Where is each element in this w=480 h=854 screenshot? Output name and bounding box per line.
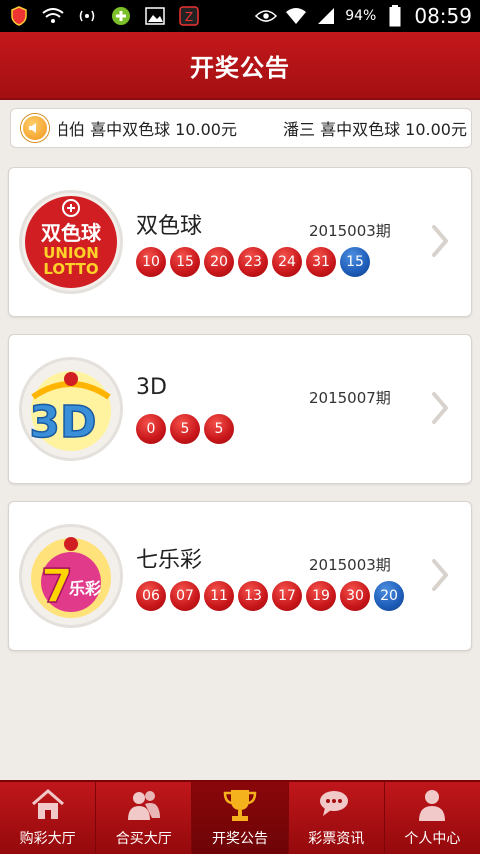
clock: 08:59 <box>414 4 472 28</box>
signal-icon <box>76 6 98 26</box>
app-icon: Z <box>178 6 200 26</box>
ticker-item: 潘三 喜中双色球 10.00元 <box>282 120 467 139</box>
status-bar: Z 94% 08:59 <box>0 0 480 32</box>
draw-balls: 06 07 11 13 17 19 30 20 <box>136 581 404 611</box>
union-lotto-logo: 双色球 UNION LOTTO <box>19 190 123 294</box>
ticker-item: 伯伯 喜中双色球 10.00元 <box>59 120 237 139</box>
tab-label: 购彩大厅 <box>19 831 76 847</box>
bottom-tab-bar: 购彩大厅 合买大厅 开奖公告 彩票资讯 个人中心 <box>0 780 480 854</box>
plus-icon <box>110 6 132 26</box>
tab-group-buy[interactable]: 合买大厅 <box>96 782 193 854</box>
eye-icon <box>255 6 278 26</box>
wifi-icon <box>42 6 64 26</box>
tab-personal-center[interactable]: 个人中心 <box>385 782 480 854</box>
issue-number: 2015003期 <box>309 556 391 574</box>
chevron-right-icon <box>432 392 448 424</box>
svg-text:Z: Z <box>185 10 193 24</box>
red-ball: 06 <box>136 581 166 611</box>
signal-icon <box>315 6 337 26</box>
tab-label: 个人中心 <box>404 831 461 847</box>
lottery-card-qilecai[interactable]: 7 乐彩 七乐彩 2015003期 06 07 11 13 17 19 30 2… <box>8 501 472 651</box>
3d-logo: 3D <box>19 357 123 461</box>
red-ball: 24 <box>272 247 302 277</box>
tab-draw-results[interactable]: 开奖公告 <box>192 782 289 854</box>
logo-text: 双色球 <box>41 221 102 245</box>
shield-icon <box>8 6 30 26</box>
red-ball: 5 <box>170 414 200 444</box>
red-ball: 15 <box>170 247 200 277</box>
page-title: 开奖公告 <box>190 53 290 82</box>
lottery-card-shuangseqiu[interactable]: 双色球 UNION LOTTO 双色球 2015003期 10 15 20 23… <box>8 167 472 317</box>
red-ball: 13 <box>238 581 268 611</box>
tab-label: 开奖公告 <box>212 831 268 847</box>
tab-label: 彩票资讯 <box>308 831 365 847</box>
red-ball: 5 <box>204 414 234 444</box>
red-ball: 0 <box>136 414 166 444</box>
lottery-card-3d[interactable]: 3D 3D 2015007期 0 5 5 <box>8 334 472 484</box>
battery-percentage: 94% <box>345 8 377 24</box>
logo-text: 乐彩 <box>69 579 101 598</box>
issue-number: 2015003期 <box>309 222 391 240</box>
lottery-name: 双色球 <box>136 214 203 239</box>
speaker-icon <box>21 114 49 142</box>
qilecai-logo: 7 乐彩 <box>19 524 123 628</box>
winner-ticker: 伯伯 喜中双色球 10.00元 潘三 喜中双色球 10.00元 <box>10 108 472 148</box>
house-icon <box>31 789 64 819</box>
battery-icon <box>384 5 406 27</box>
blue-ball: 15 <box>340 247 370 277</box>
red-ball: 23 <box>238 247 268 277</box>
logo-text: 3D <box>29 397 96 448</box>
image-icon <box>144 6 166 26</box>
red-ball: 31 <box>306 247 336 277</box>
red-ball: 17 <box>272 581 302 611</box>
red-ball: 30 <box>340 581 370 611</box>
chevron-right-icon <box>432 559 448 591</box>
lottery-name: 3D <box>136 375 167 400</box>
draw-balls: 10 15 20 23 24 31 15 <box>136 247 370 277</box>
lottery-name: 七乐彩 <box>136 548 203 573</box>
blue-ball: 20 <box>374 581 404 611</box>
red-ball: 20 <box>204 247 234 277</box>
red-ball: 10 <box>136 247 166 277</box>
wifi-icon <box>285 6 307 26</box>
people-icon <box>127 791 160 820</box>
tab-label: 合买大厅 <box>115 831 172 847</box>
app-header: 开奖公告 <box>0 32 480 100</box>
tab-lottery-news[interactable]: 彩票资讯 <box>289 782 385 854</box>
tab-purchase-hall[interactable]: 购彩大厅 <box>0 782 97 854</box>
ticker-text: 伯伯 喜中双色球 10.00元 潘三 喜中双色球 10.00元 <box>59 116 471 140</box>
trophy-icon <box>223 790 257 821</box>
red-ball: 11 <box>204 581 234 611</box>
chat-bubbles-icon <box>320 791 349 816</box>
issue-number: 2015007期 <box>309 389 391 407</box>
red-ball: 19 <box>306 581 336 611</box>
logo-text: LOTTO <box>43 260 98 278</box>
draw-balls: 0 5 5 <box>136 414 234 444</box>
person-icon <box>419 790 446 821</box>
chevron-right-icon <box>432 225 448 257</box>
red-ball: 07 <box>170 581 200 611</box>
